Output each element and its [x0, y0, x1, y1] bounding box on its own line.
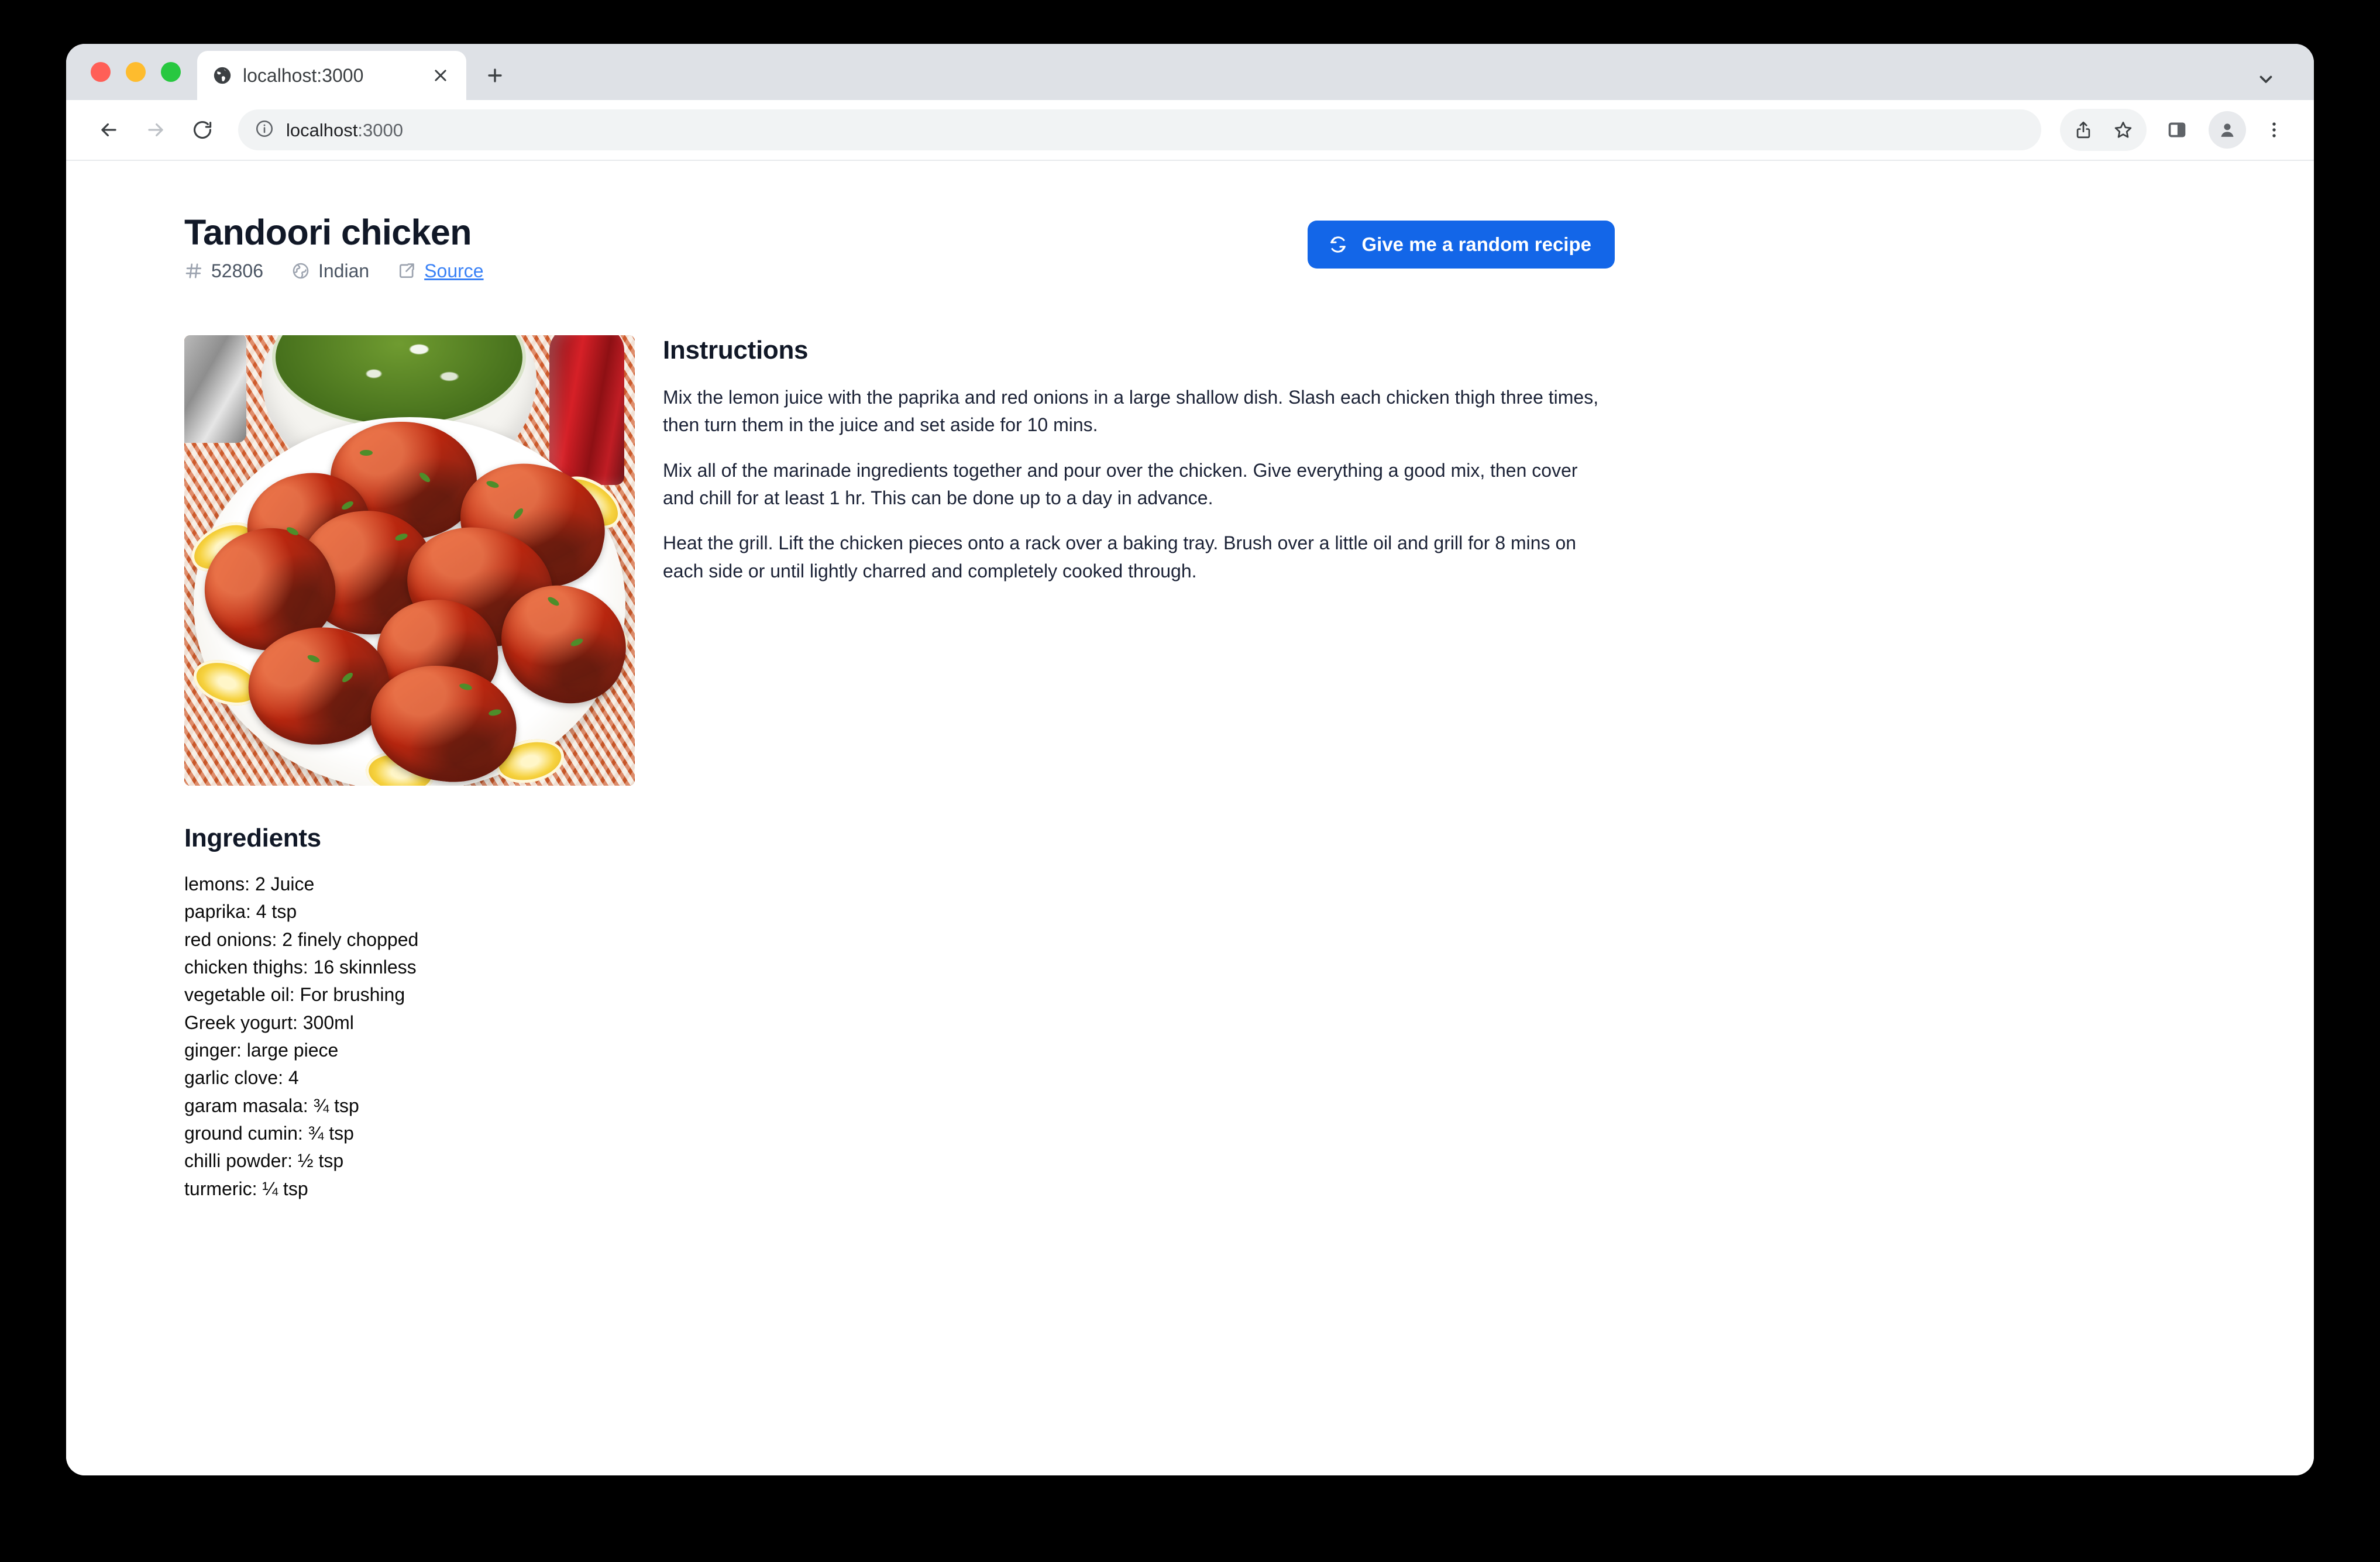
- list-item: chilli powder: ½ tsp: [184, 1150, 344, 1172]
- list-item: Greek yogurt: 300ml: [184, 1011, 354, 1033]
- list-item: lemons: 2 Juice: [184, 873, 315, 894]
- list-item: paprika: 4 tsp: [184, 901, 297, 923]
- recipe-page: Tandoori chicken 52806 Indian Source Giv…: [184, 212, 2314, 1475]
- instructions-paragraph: Mix the lemon juice with the paprika and…: [663, 386, 1599, 436]
- ingredients-heading: Ingredients: [184, 824, 321, 852]
- window-traffic-lights: [66, 44, 197, 100]
- list-item: ginger: large piece: [184, 1039, 339, 1061]
- refresh-icon: [1327, 234, 1349, 255]
- random-recipe-button-label: Give me a random recipe: [1361, 233, 1591, 255]
- browser-tab[interactable]: localhost:3000: [197, 51, 466, 100]
- forward-arrow-icon[interactable]: [134, 108, 177, 152]
- hash-icon: [184, 262, 203, 280]
- globe-favicon-icon: [212, 66, 232, 85]
- list-item: garam masala: ¾ tsp: [184, 1095, 359, 1116]
- star-icon[interactable]: [2103, 110, 2143, 150]
- recipe-right-column: Instructions Mix the lemon juice with th…: [663, 335, 1614, 1203]
- ingredients-list: lemons: 2 Juice paprika: 4 tsp red onion…: [184, 871, 635, 1203]
- list-item: red onions: 2 finely chopped: [184, 928, 419, 950]
- recipe-source-label: Source: [424, 260, 484, 282]
- recipe-cuisine-label: Indian: [318, 260, 370, 282]
- list-item: ground cumin: ¾ tsp: [184, 1123, 354, 1144]
- side-panel-icon[interactable]: [2157, 110, 2197, 150]
- info-circle-icon[interactable]: [254, 119, 274, 142]
- browser-window: localhost:3000 localhost:3000 Tandoori c…: [66, 44, 2314, 1475]
- tab-strip: localhost:3000: [66, 44, 2314, 100]
- page-viewport: Tandoori chicken 52806 Indian Source Giv…: [66, 161, 2314, 1475]
- list-item: garlic clove: 4: [184, 1067, 299, 1089]
- instructions-paragraph: Mix all of the marinade ingredients toge…: [663, 459, 1578, 508]
- back-arrow-icon[interactable]: [87, 108, 130, 152]
- new-tab-button[interactable]: [470, 51, 520, 100]
- browser-toolbar: localhost:3000: [66, 100, 2314, 161]
- list-item: chicken thighs: 16 skinnless: [184, 956, 417, 978]
- window-maximize-button[interactable]: [161, 62, 181, 82]
- random-recipe-button[interactable]: Give me a random recipe: [1308, 221, 1615, 269]
- recipe-id-meta: 52806: [184, 262, 263, 280]
- window-minimize-button[interactable]: [126, 62, 146, 82]
- page-header: Tandoori chicken 52806 Indian Source Giv…: [184, 212, 1615, 288]
- globe-icon: [291, 262, 310, 280]
- tab-title: localhost:3000: [243, 66, 364, 85]
- url-host: localhost: [286, 119, 358, 140]
- external-link-icon: [397, 262, 416, 280]
- profile-avatar-icon[interactable]: [2209, 111, 2246, 149]
- toolbar-action-pill: [2060, 109, 2147, 151]
- window-close-button[interactable]: [91, 62, 111, 82]
- recipe-body: Ingredients lemons: 2 Juice paprika: 4 t…: [184, 335, 2314, 1203]
- address-bar-text: localhost:3000: [286, 121, 403, 139]
- recipe-id-label: 52806: [211, 260, 263, 282]
- list-item: turmeric: ¼ tsp: [184, 1178, 308, 1199]
- recipe-photo: [184, 335, 635, 786]
- toolbar-actions: [2060, 109, 2294, 151]
- chevron-down-icon[interactable]: [2254, 67, 2278, 91]
- three-dot-menu-icon[interactable]: [2254, 110, 2294, 150]
- list-item: vegetable oil: For brushing: [184, 984, 405, 1006]
- recipe-left-column: Ingredients lemons: 2 Juice paprika: 4 t…: [184, 335, 635, 1203]
- share-icon[interactable]: [2063, 110, 2103, 150]
- recipe-cuisine-meta: Indian: [291, 262, 369, 280]
- recipe-source-link[interactable]: Source: [397, 260, 484, 282]
- url-port: :3000: [357, 119, 403, 140]
- address-bar[interactable]: localhost:3000: [238, 109, 2041, 150]
- instructions-heading: Instructions: [663, 336, 809, 364]
- close-icon[interactable]: [428, 63, 453, 88]
- instructions-paragraph: Heat the grill. Lift the chicken pieces …: [663, 532, 1577, 582]
- reload-icon[interactable]: [181, 108, 224, 152]
